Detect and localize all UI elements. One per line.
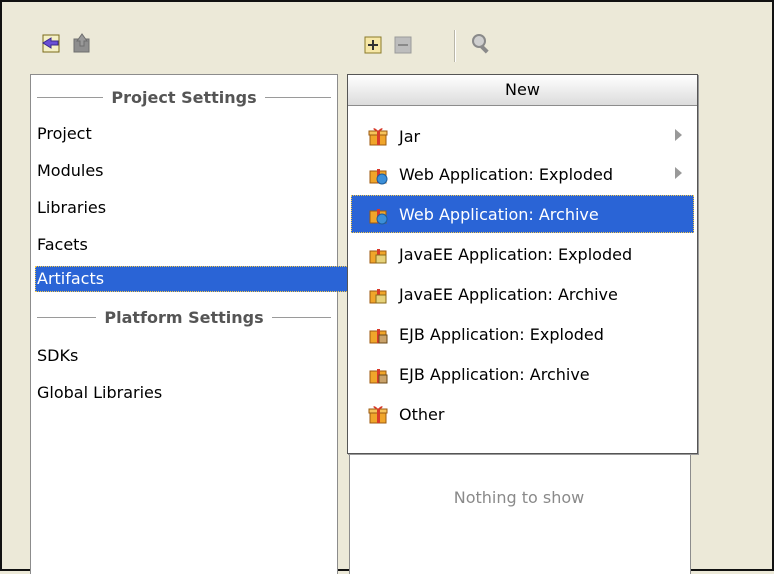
menu-item-label: JavaEE Application: Exploded xyxy=(399,244,633,264)
nav-item-global-libraries[interactable]: Global Libraries xyxy=(35,380,355,406)
submenu-arrow-icon xyxy=(675,167,682,179)
menu-item-other[interactable]: Other xyxy=(351,395,694,433)
back-arrow-icon[interactable] xyxy=(38,30,64,56)
web-box-icon xyxy=(367,203,389,225)
web-box-icon xyxy=(367,163,389,185)
nav-item-facets[interactable]: Facets xyxy=(35,232,355,258)
menu-item-jar[interactable]: Jar xyxy=(351,117,694,155)
menu-item-label: Jar xyxy=(399,126,421,146)
magnifier-icon[interactable] xyxy=(468,30,494,56)
javaee-box-icon xyxy=(367,283,389,305)
toolbar-separator xyxy=(454,30,456,62)
menu-item-ejb-exploded[interactable]: EJB Application: Exploded xyxy=(351,315,694,353)
nav-item-modules[interactable]: Modules xyxy=(35,158,355,184)
menu-item-javaee-exploded[interactable]: JavaEE Application: Exploded xyxy=(351,235,694,273)
gift-box-icon xyxy=(367,403,389,425)
settings-tree-panel: Project Settings Project Modules Librari… xyxy=(30,74,355,574)
menu-item-label: EJB Application: Archive xyxy=(399,364,590,384)
minus-icon[interactable] xyxy=(390,32,416,58)
menu-item-label: Other xyxy=(399,404,445,424)
menu-item-label: EJB Application: Exploded xyxy=(399,324,604,344)
menu-item-label: Web Application: Exploded xyxy=(399,164,613,184)
menu-item-label: JavaEE Application: Archive xyxy=(399,284,618,304)
nav-item-project[interactable]: Project xyxy=(35,121,355,147)
plus-icon[interactable] xyxy=(360,32,386,58)
submenu-arrow-icon xyxy=(675,129,682,141)
popup-title: New xyxy=(348,75,697,106)
ejb-box-icon xyxy=(367,363,389,385)
nav-item-libraries[interactable]: Libraries xyxy=(35,195,355,221)
menu-item-javaee-archive[interactable]: JavaEE Application: Archive xyxy=(351,275,694,313)
nav-item-sdks[interactable]: SDKs xyxy=(35,343,355,369)
menu-item-web-archive[interactable]: Web Application: Archive xyxy=(351,195,694,233)
ejb-box-icon xyxy=(367,323,389,345)
menu-item-label: Web Application: Archive xyxy=(399,204,599,224)
nav-item-artifacts[interactable]: Artifacts xyxy=(35,266,355,292)
menu-item-web-exploded[interactable]: Web Application: Exploded xyxy=(351,155,694,193)
window-frame: Project Settings Project Modules Librari… xyxy=(0,0,774,574)
project-settings-header: Project Settings xyxy=(37,85,332,109)
javaee-box-icon xyxy=(367,243,389,265)
gift-box-icon xyxy=(367,125,389,147)
new-artifact-popup: New Jar Web Application: Exploded Web Ap… xyxy=(347,74,698,454)
menu-item-ejb-archive[interactable]: EJB Application: Archive xyxy=(351,355,694,393)
platform-settings-header: Platform Settings xyxy=(37,305,332,329)
up-arrow-icon[interactable] xyxy=(68,30,94,56)
empty-state-text: Nothing to show xyxy=(453,488,585,507)
